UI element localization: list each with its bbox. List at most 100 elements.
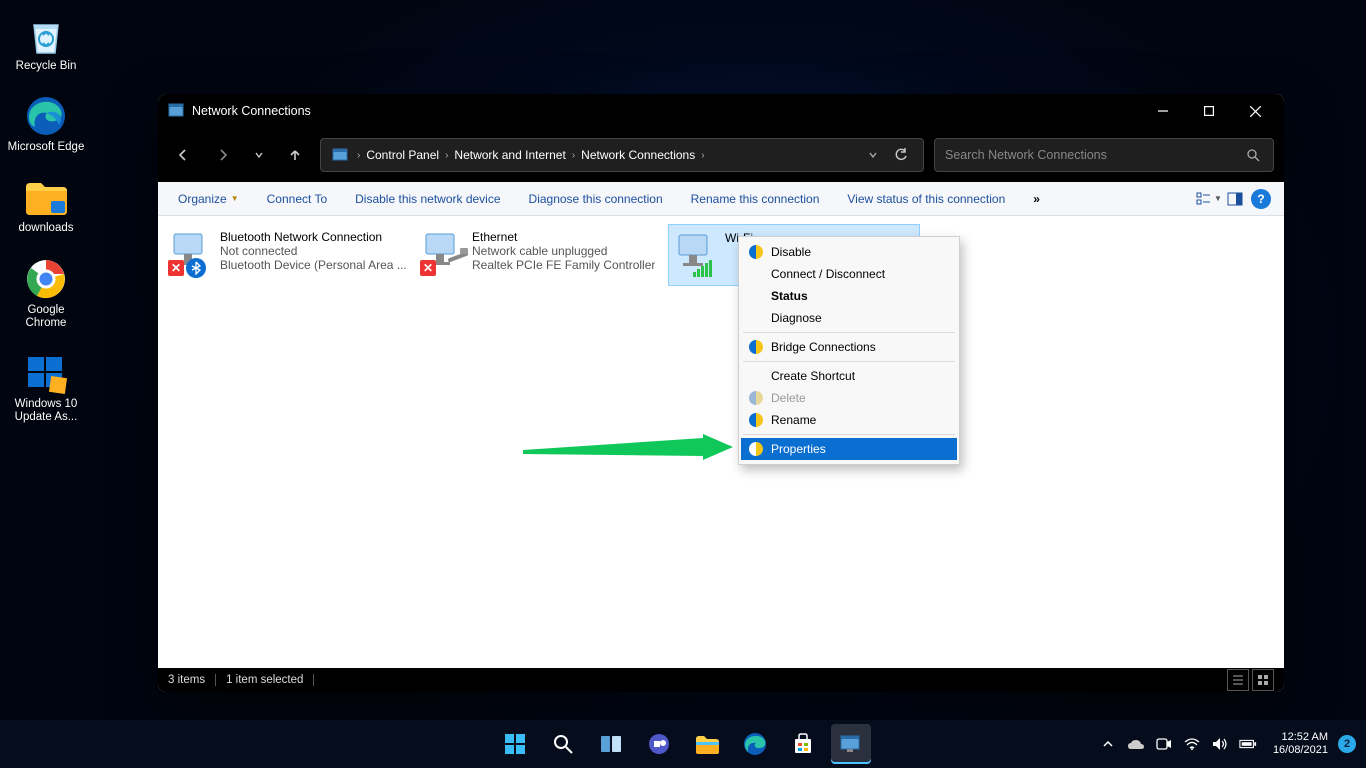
desktop-chrome[interactable]: Google Chrome — [6, 256, 86, 330]
status-bar: 3 items 1 item selected — [158, 668, 1284, 692]
shield-icon — [749, 413, 763, 427]
notification-badge[interactable]: 2 — [1338, 735, 1356, 753]
tb-overflow[interactable]: » — [1023, 188, 1050, 210]
details-view-button[interactable] — [1227, 669, 1249, 691]
search-button[interactable] — [543, 724, 583, 764]
ctx-disable[interactable]: Disable — [741, 241, 957, 263]
status-item-count: 3 items — [168, 674, 205, 686]
ethernet-connection-icon: ✕ — [420, 230, 468, 278]
wifi-tray-icon[interactable] — [1183, 735, 1201, 753]
ctx-separator — [743, 332, 955, 333]
onedrive-icon[interactable] — [1127, 735, 1145, 753]
shield-icon — [749, 245, 763, 259]
search-input[interactable] — [945, 148, 1243, 162]
command-bar: Organize▼ Connect To Disable this networ… — [158, 182, 1284, 216]
ctx-properties[interactable]: Properties — [741, 438, 957, 460]
connection-device: Bluetooth Device (Personal Area ... — [220, 258, 407, 272]
titlebar[interactable]: Network Connections — [158, 94, 1284, 128]
connection-bluetooth[interactable]: ✕ Bluetooth Network Connection Not conne… — [164, 224, 416, 286]
desktop-icon-label: Google Chrome — [7, 304, 85, 330]
address-bar[interactable]: › Control Panel › Network and Internet ›… — [320, 138, 924, 172]
address-dropdown-button[interactable] — [859, 138, 887, 172]
address-icon — [329, 144, 351, 166]
connection-name: Ethernet — [472, 230, 655, 244]
breadcrumb-network-connections[interactable]: Network Connections — [577, 145, 699, 165]
network-connections-window: Network Connections › Control Panel › Ne… — [158, 94, 1284, 692]
battery-icon[interactable] — [1239, 735, 1257, 753]
connection-name: Bluetooth Network Connection — [220, 230, 407, 244]
chevron-icon: › — [443, 150, 450, 161]
minimize-button[interactable] — [1140, 94, 1186, 128]
tb-diagnose[interactable]: Diagnose this connection — [519, 188, 673, 210]
tb-view-status[interactable]: View status of this connection — [837, 188, 1015, 210]
content-area[interactable]: ✕ Bluetooth Network Connection Not conne… — [158, 216, 1284, 668]
chevron-icon: › — [699, 150, 706, 161]
context-menu: Disable Connect / Disconnect Status Diag… — [738, 236, 960, 465]
up-button[interactable] — [280, 138, 310, 172]
shield-icon — [749, 442, 763, 456]
system-tray: 12:52 AM 16/08/2021 2 — [1099, 731, 1356, 757]
ctx-rename[interactable]: Rename — [741, 409, 957, 431]
breadcrumb-network-internet[interactable]: Network and Internet — [450, 145, 569, 165]
taskbar: 12:52 AM 16/08/2021 2 — [0, 720, 1366, 768]
network-connections-taskbar-button[interactable] — [831, 724, 871, 764]
breadcrumb-control-panel[interactable]: Control Panel — [362, 145, 443, 165]
large-icons-view-button[interactable] — [1252, 669, 1274, 691]
preview-pane-button[interactable] — [1222, 186, 1248, 212]
desktop-recycle-bin[interactable]: Recycle Bin — [6, 12, 86, 73]
ctx-bridge[interactable]: Bridge Connections — [741, 336, 957, 358]
organize-menu[interactable]: Organize▼ — [168, 188, 249, 210]
tray-date: 16/08/2021 — [1273, 744, 1328, 757]
maximize-button[interactable] — [1186, 94, 1232, 128]
desktop-icon-label: Recycle Bin — [16, 60, 77, 73]
tb-disable-device[interactable]: Disable this network device — [345, 188, 510, 210]
start-button[interactable] — [495, 724, 535, 764]
tray-overflow-button[interactable] — [1099, 735, 1117, 753]
window-title: Network Connections — [192, 104, 311, 118]
ctx-connect-disconnect[interactable]: Connect / Disconnect — [741, 263, 957, 285]
desktop-update-assistant[interactable]: Windows 10 Update As... — [6, 350, 86, 424]
chat-button[interactable] — [639, 724, 679, 764]
forward-button[interactable] — [208, 138, 238, 172]
chevron-icon: › — [355, 150, 362, 161]
recycle-bin-icon — [23, 12, 69, 58]
connection-status: Not connected — [220, 244, 407, 258]
desktop-icon-label: Windows 10 Update As... — [7, 398, 85, 424]
tray-time: 12:52 AM — [1273, 731, 1328, 744]
ctx-status[interactable]: Status — [741, 285, 957, 307]
edge-taskbar-button[interactable] — [735, 724, 775, 764]
nav-bar: › Control Panel › Network and Internet ›… — [158, 128, 1284, 182]
desktop-icon-label: Microsoft Edge — [8, 141, 85, 154]
window-icon — [168, 103, 184, 119]
chevron-icon: › — [570, 150, 577, 161]
ctx-diagnose[interactable]: Diagnose — [741, 307, 957, 329]
back-button[interactable] — [168, 138, 198, 172]
meet-now-icon[interactable] — [1155, 735, 1173, 753]
annotation-arrow — [523, 434, 733, 460]
help-button[interactable]: ? — [1248, 186, 1274, 212]
shield-icon — [749, 391, 763, 405]
desktop-downloads[interactable]: downloads — [6, 174, 86, 235]
desktop-edge[interactable]: Microsoft Edge — [6, 93, 86, 154]
store-button[interactable] — [783, 724, 823, 764]
desktop-icon-label: downloads — [19, 222, 74, 235]
update-assistant-icon — [23, 350, 69, 396]
close-button[interactable] — [1232, 94, 1278, 128]
shield-icon — [749, 340, 763, 354]
file-explorer-button[interactable] — [687, 724, 727, 764]
history-dropdown-button[interactable] — [248, 138, 270, 172]
tb-connect-to[interactable]: Connect To — [257, 188, 338, 210]
bluetooth-connection-icon: ✕ — [168, 230, 216, 278]
ctx-create-shortcut[interactable]: Create Shortcut — [741, 365, 957, 387]
task-view-button[interactable] — [591, 724, 631, 764]
search-box[interactable] — [934, 138, 1274, 172]
refresh-button[interactable] — [887, 138, 915, 172]
tb-rename[interactable]: Rename this connection — [681, 188, 830, 210]
search-button[interactable] — [1243, 149, 1263, 162]
ctx-separator — [743, 434, 955, 435]
clock[interactable]: 12:52 AM 16/08/2021 — [1273, 731, 1328, 757]
connection-ethernet[interactable]: ✕ Ethernet Network cable unplugged Realt… — [416, 224, 668, 286]
wifi-connection-icon — [673, 231, 721, 279]
volume-icon[interactable] — [1211, 735, 1229, 753]
view-options-button[interactable]: ▼ — [1196, 186, 1222, 212]
